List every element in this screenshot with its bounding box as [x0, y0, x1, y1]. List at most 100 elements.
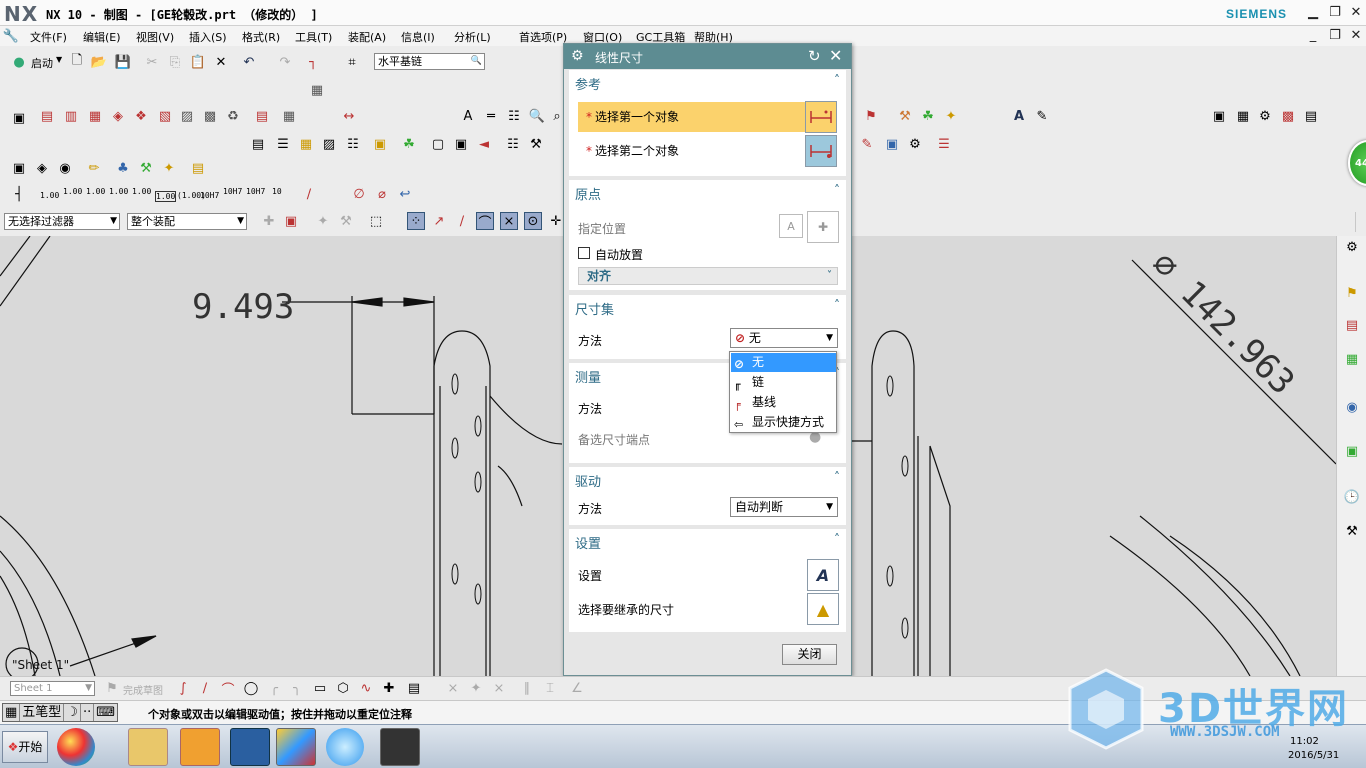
tool-icon-9[interactable]: ▣: [452, 135, 470, 153]
view-icon-8[interactable]: ▤: [189, 159, 207, 177]
chamfer-icon[interactable]: ╮: [288, 679, 306, 697]
gear-icon[interactable]: ⚙: [906, 135, 924, 153]
web-browser-icon[interactable]: ◉: [1343, 400, 1361, 418]
doc-restore-button[interactable]: ❐: [1326, 27, 1344, 45]
view-icon-2[interactable]: ◈: [33, 159, 51, 177]
resource-icon-2[interactable]: ▦: [1234, 107, 1252, 125]
dimension-set-method-dropdown[interactable]: ⊘ 无 ▼: [730, 328, 838, 348]
view-icon-4[interactable]: ✏: [85, 159, 103, 177]
projected-view-icon[interactable]: ▥: [62, 107, 80, 125]
align-subgroup[interactable]: 对齐 ˅: [578, 267, 838, 285]
tol-label-4[interactable]: 1.00: [109, 187, 128, 196]
palette-icon[interactable]: ▣: [1343, 444, 1361, 462]
tool-icon-11[interactable]: ☷: [504, 135, 522, 153]
settings-style-button[interactable]: A: [807, 559, 839, 591]
option-show-shortcuts[interactable]: ⇦ 显示快捷方式: [731, 413, 836, 432]
menu-edit[interactable]: 编辑(E): [83, 29, 121, 45]
chevron-up-icon[interactable]: ˄: [834, 183, 840, 197]
circle-icon[interactable]: ◯: [242, 679, 260, 697]
annotation-icon-4[interactable]: ✦: [942, 107, 960, 125]
delete-icon[interactable]: ✕: [212, 53, 230, 71]
snap-center-icon[interactable]: ⊙: [524, 212, 542, 230]
close-button[interactable]: 关闭: [782, 644, 837, 665]
tool-icon-5[interactable]: ☷: [344, 135, 362, 153]
tol-label-10[interactable]: 10H7: [246, 187, 265, 196]
menu-format[interactable]: 格式(R): [242, 29, 280, 45]
dimension-style-icon[interactable]: ┐: [304, 53, 322, 71]
command-finder-icon[interactable]: 🔧: [2, 27, 20, 45]
tool-icon-6[interactable]: ▣: [371, 135, 389, 153]
tool-icon-7[interactable]: ☘: [400, 135, 418, 153]
spline-icon[interactable]: ∿: [357, 679, 375, 697]
snap-intersection-icon[interactable]: ⨯: [500, 212, 518, 230]
select-box-icon[interactable]: ⬚: [367, 212, 385, 230]
ime-bar[interactable]: ▦ 五笔型 ☽ ·· ⌨: [2, 703, 118, 722]
snap-arc-icon[interactable]: ⌒: [476, 212, 494, 231]
group-header[interactable]: 原点: [575, 184, 601, 203]
arc-icon[interactable]: ⌒: [219, 679, 237, 698]
doc-minimize-button[interactable]: _: [1304, 27, 1322, 45]
base-view-icon[interactable]: ▤: [38, 107, 56, 125]
angle-icon[interactable]: ∠: [568, 679, 586, 697]
copy-icon[interactable]: ⎘: [166, 53, 184, 71]
break-view-icon[interactable]: ❖: [132, 107, 150, 125]
select-second-object-row[interactable]: * 选择第二个对象: [578, 136, 805, 166]
sheet-icon[interactable]: ▤: [253, 107, 271, 125]
video-app-icon[interactable]: [230, 728, 270, 766]
chevron-up-icon[interactable]: ˄: [834, 470, 840, 484]
start-dropdown-icon[interactable]: ▼: [56, 55, 62, 64]
reuse-library-icon[interactable]: ▦: [1343, 352, 1361, 370]
menu-assembly[interactable]: 装配(A): [348, 29, 386, 45]
menu-view[interactable]: 视图(V): [136, 29, 174, 45]
revolved-view-icon[interactable]: ▧: [156, 107, 174, 125]
view-icon-3[interactable]: ◉: [56, 159, 74, 177]
menu-preferences[interactable]: 首选项(P): [519, 29, 567, 45]
point-icon[interactable]: ✚: [380, 679, 398, 697]
view-icon-5[interactable]: ♣: [114, 159, 132, 177]
tool-icon-8[interactable]: ▢: [429, 135, 447, 153]
snap-icon-3[interactable]: ✦: [314, 212, 332, 230]
resource-icon-4[interactable]: ▩: [1279, 107, 1297, 125]
part-navigator-icon[interactable]: ⚑: [1343, 286, 1361, 304]
text-location-icon[interactable]: A: [779, 214, 803, 238]
selection-filter-combo[interactable]: 无选择过滤器 ▼: [4, 213, 120, 230]
annotation-icon-1[interactable]: ⚑: [862, 107, 880, 125]
select-second-object-button[interactable]: [805, 135, 837, 167]
text-edit-icon[interactable]: ✎: [1033, 107, 1051, 125]
assembly-scope-combo[interactable]: 整个装配 ▼: [127, 213, 247, 230]
menu-file[interactable]: 文件(F): [30, 29, 67, 45]
resource-icon-1[interactable]: ▣: [1210, 107, 1228, 125]
tool-icon-10[interactable]: ◄: [475, 135, 493, 153]
rectangle-icon[interactable]: ▭: [311, 679, 329, 697]
fillet-icon[interactable]: ╭: [265, 679, 283, 697]
new-file-icon[interactable]: 🗋: [68, 53, 86, 71]
view-align-icon[interactable]: ▨: [178, 107, 196, 125]
option-chain[interactable]: ╓ 链: [731, 373, 836, 392]
history-clock-icon[interactable]: 🕒: [1343, 490, 1361, 508]
select-first-object-row[interactable]: * 选择第一个对象: [578, 102, 805, 132]
roles-icon[interactable]: ⚒: [1343, 524, 1361, 542]
view-icon-7[interactable]: ✦: [160, 159, 178, 177]
text-style-icon[interactable]: A: [1010, 107, 1028, 125]
start-label[interactable]: 启动: [31, 55, 53, 71]
chain-combo[interactable]: 水平基链 🔍: [374, 53, 485, 70]
group-header[interactable]: 设置: [575, 533, 601, 552]
chevron-up-icon[interactable]: ˄: [834, 298, 840, 312]
gear-icon[interactable]: ⚙: [1343, 240, 1361, 258]
cut-icon[interactable]: ✂: [143, 53, 161, 71]
tol-label-11[interactable]: 10: [272, 187, 282, 196]
offset-icon[interactable]: ▤: [405, 679, 423, 697]
tol-label-6[interactable]: 1.00: [155, 191, 177, 202]
line-icon[interactable]: ∕: [196, 679, 214, 697]
media-center-icon[interactable]: [57, 728, 95, 766]
doc-close-button[interactable]: ✕: [1347, 27, 1365, 45]
gear-icon[interactable]: ⚙: [571, 48, 584, 64]
paste-icon[interactable]: 📋: [189, 53, 207, 71]
tol-label-5[interactable]: 1.00: [132, 187, 151, 196]
menu-info[interactable]: 信息(I): [401, 29, 435, 45]
restore-button[interactable]: ❐: [1326, 4, 1344, 22]
group-header[interactable]: 尺寸集: [575, 299, 614, 318]
snap-endpoint-icon[interactable]: ↗: [430, 212, 448, 230]
chevron-up-icon[interactable]: ˄: [834, 73, 840, 87]
driving-method-dropdown[interactable]: 自动判断 ▼: [730, 497, 838, 517]
